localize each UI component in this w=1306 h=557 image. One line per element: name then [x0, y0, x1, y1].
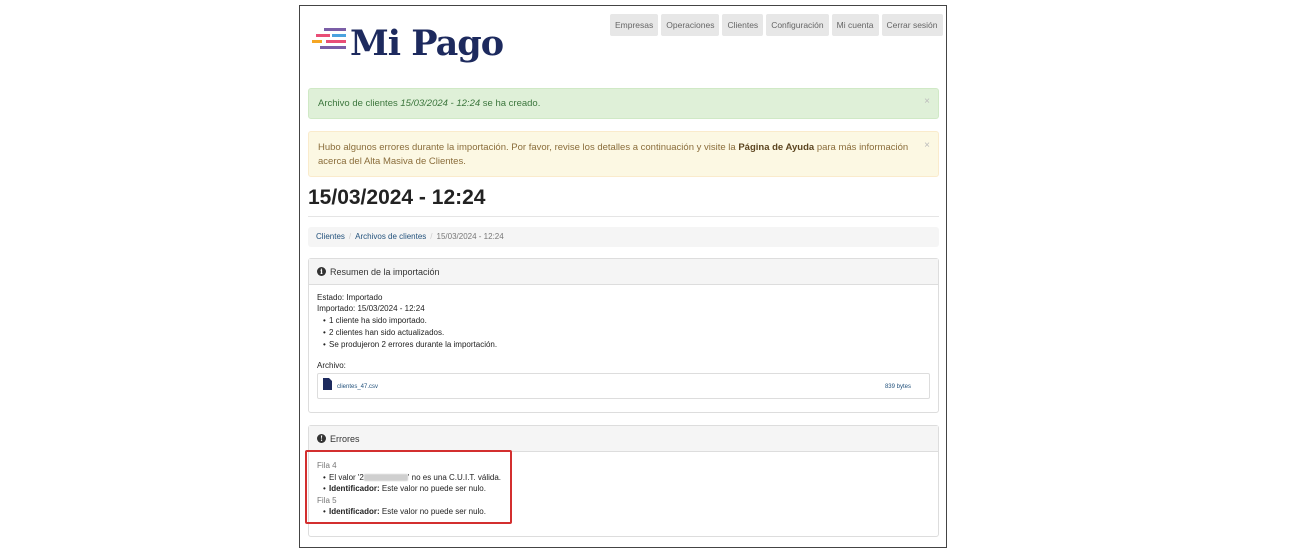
top-nav: Empresas Operaciones Clientes Configurac…: [610, 14, 943, 36]
nav-clientes[interactable]: Clientes: [722, 14, 764, 36]
error-item: Identificador: Este valor no puede ser n…: [323, 506, 930, 518]
error-field-label: Identificador:: [329, 507, 380, 516]
file-icon: [323, 377, 332, 390]
breadcrumb-separator: /: [348, 232, 352, 241]
success-alert: Archivo de clientes 15/03/2024 - 12:24 s…: [308, 88, 939, 119]
logo-mark-icon: [312, 28, 346, 49]
success-alert-text-end: se ha creado.: [480, 98, 541, 109]
errors-heading-text: Errores: [330, 433, 360, 444]
errors-body: Fila 4 El valor '2 ' no es una C.U.I.T. v…: [309, 452, 938, 526]
file-size: 839 bytes: [884, 383, 911, 390]
success-alert-date: 15/03/2024 - 12:24: [400, 98, 481, 109]
breadcrumb: Clientes / Archivos de clientes/15/03/2024…: [308, 227, 939, 247]
file-attachment: clientes_47.csv 839 bytes: [317, 372, 930, 399]
importado-value: 15/03/2024 - 12:24: [357, 303, 425, 313]
success-alert-text: Archivo de clientes: [318, 98, 401, 109]
importado-label: Importado:: [317, 303, 356, 313]
nav-configuracion[interactable]: Configuración: [766, 14, 829, 36]
errors-panel: ! Errores Fila 4 El valor '2 ' no es una …: [308, 425, 939, 537]
breadcrumb-archivos[interactable]: Archivos de clientes: [355, 232, 426, 241]
nav-operaciones[interactable]: Operaciones: [661, 14, 720, 36]
nav-mi-cuenta[interactable]: Mi cuenta: [831, 14, 879, 36]
summary-list-item: Se produjeron 2 errores durante la impor…: [323, 339, 930, 351]
breadcrumb-current: 15/03/2024 - 12:24: [436, 232, 504, 241]
error-text-end: ' no es una C.U.I.T. válida.: [407, 472, 502, 482]
error-list: Identificador: Este valor no puede ser n…: [317, 506, 930, 518]
importado-row: Importado: 15/03/2024 - 12:24: [317, 304, 930, 315]
error-field-label: Identificador:: [329, 484, 380, 493]
summary-panel-heading: i Resumen de la importación: [309, 259, 938, 285]
title-divider: [308, 216, 939, 217]
nav-empresas[interactable]: Empresas: [610, 14, 659, 36]
brand-logo[interactable]: Mi Pago: [312, 23, 504, 66]
error-message: Este valor no puede ser nulo.: [381, 507, 486, 516]
estado-row: Estado: Importado: [317, 293, 930, 304]
error-text-start: El valor '2: [329, 472, 364, 482]
summary-list: 1 cliente ha sido importado. 2 clientes …: [317, 315, 930, 351]
error-list: El valor '2' no es una C.U.I.T. válida. …: [317, 472, 930, 495]
summary-heading-text: Resumen de la importación: [330, 266, 440, 277]
help-page-link[interactable]: Página de Ayuda: [738, 142, 814, 153]
error-message: Este valor no puede ser nulo.: [381, 484, 486, 493]
error-item: Identificador: Este valor no puede ser n…: [323, 483, 930, 495]
nav-cerrar-sesion[interactable]: Cerrar sesión: [881, 14, 943, 36]
brand-name: Mi Pago: [350, 23, 504, 64]
file-download-link[interactable]: clientes_47.csv: [337, 382, 378, 393]
redacted-value: [363, 473, 408, 481]
estado-value: Importado: [346, 293, 383, 302]
errors-panel-heading: ! Errores: [309, 426, 938, 452]
page-title: 15/03/2024 - 12:24: [308, 186, 486, 209]
warning-alert-text: Hubo algunos errores durante la importac…: [318, 142, 739, 153]
breadcrumb-separator: /: [430, 232, 433, 241]
summary-list-item: 2 clientes han sido actualizados.: [323, 327, 930, 339]
breadcrumb-clientes[interactable]: Clientes: [316, 232, 345, 241]
summary-list-item: 1 cliente ha sido importado.: [323, 315, 930, 327]
error-item: El valor '2 ' no es una C.U.I.T. válida.: [323, 472, 930, 484]
estado-label: Estado:: [317, 293, 345, 302]
close-warning-alert-button[interactable]: ×: [924, 139, 930, 153]
exclamation-icon: !: [317, 434, 326, 443]
archivo-label: Archivo:: [317, 361, 346, 370]
import-summary-panel: i Resumen de la importación Estado: Impo…: [308, 258, 939, 413]
info-icon: i: [317, 267, 326, 276]
summary-body: Estado: Importado Importado: 15/03/2024 …: [309, 285, 938, 407]
error-row-label: Fila 5: [317, 495, 337, 505]
close-success-alert-button[interactable]: ×: [924, 96, 930, 107]
app-window: Mi Pago Empresas Operaciones Clientes Co…: [299, 5, 947, 548]
warning-alert: Hubo algunos errores durante la importac…: [308, 131, 939, 177]
error-row-label: Fila 4: [317, 461, 337, 470]
